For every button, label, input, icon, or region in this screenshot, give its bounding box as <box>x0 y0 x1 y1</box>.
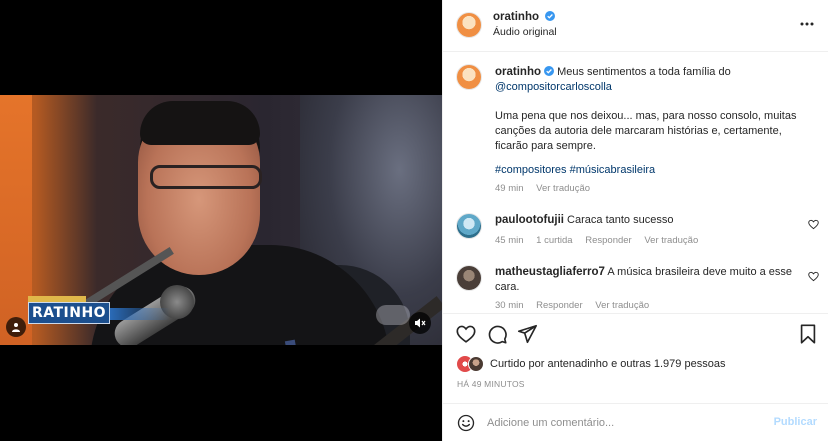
singer-glasses <box>150 165 262 189</box>
verified-badge-icon <box>544 66 554 76</box>
comment-input[interactable] <box>487 414 757 432</box>
like-heart-icon[interactable] <box>455 323 477 345</box>
post-details-panel: oratinho Áudio original oratinho Meus se… <box>442 0 828 441</box>
reply-button[interactable]: Responder <box>585 235 631 246</box>
more-options-icon[interactable] <box>799 16 815 32</box>
post-media: RATINHO <box>0 0 442 441</box>
show-logo: RATINHO <box>28 302 110 324</box>
reply-button[interactable]: Responder <box>536 300 582 311</box>
comment-username[interactable]: paulootofujii <box>495 214 564 226</box>
translate-link[interactable]: Ver tradução <box>595 300 649 311</box>
caption-meta: 49 min Ver tradução <box>495 183 600 194</box>
singer-hair-top <box>140 101 260 145</box>
user-icon <box>12 323 20 332</box>
show-logo-stripe <box>110 308 170 320</box>
save-bookmark-icon[interactable] <box>797 323 819 345</box>
caption-intro: Meus sentimentos a toda família do <box>557 66 731 78</box>
caption-username[interactable]: oratinho <box>495 66 541 78</box>
emoji-icon[interactable] <box>457 414 475 432</box>
speaker-muted-icon <box>415 318 426 328</box>
comment-avatar[interactable] <box>456 213 482 239</box>
video-player[interactable]: RATINHO <box>0 95 442 345</box>
broadcaster-watermark <box>376 305 410 325</box>
mute-button[interactable] <box>409 312 431 334</box>
comment-item: paulootofujii Caraca tanto sucesso <box>495 213 795 228</box>
caption-avatar[interactable] <box>456 64 482 90</box>
author-username[interactable]: oratinho <box>493 11 539 23</box>
comment-likes[interactable]: 1 curtida <box>536 235 572 246</box>
post-header: oratinho Áudio original <box>443 0 828 52</box>
comment-time: 30 min <box>495 300 524 311</box>
likes-summary: Curtido por antenadinho e outras 1.979 p… <box>457 355 725 373</box>
comment-item: matheustagliaferro7 A música brasileira … <box>495 265 795 295</box>
like-comment-icon[interactable] <box>808 271 819 282</box>
caption-first-line: oratinho Meus sentimentos a toda família… <box>495 65 815 95</box>
comment-time: 45 min <box>495 235 524 246</box>
post-actions <box>443 313 828 353</box>
author-avatar[interactable] <box>456 12 482 38</box>
comment-avatar[interactable] <box>456 265 482 291</box>
user-tag-button[interactable] <box>6 317 26 337</box>
verified-badge-icon <box>545 11 556 21</box>
comment-bubble-icon[interactable] <box>486 323 508 345</box>
comment-username[interactable]: matheustagliaferro7 <box>495 266 605 278</box>
caption-paragraph: Uma pena que nos deixou... mas, para nos… <box>495 110 797 152</box>
comment-meta: 30 min Responder Ver tradução <box>495 300 659 311</box>
hashtags[interactable]: #compositores #músicabrasileira <box>495 163 815 178</box>
add-comment-bar: Publicar <box>443 403 828 441</box>
author-line: oratinho <box>493 11 556 23</box>
caption-translate-link[interactable]: Ver tradução <box>536 183 590 194</box>
comment-meta: 45 min 1 curtida Responder Ver tradução <box>495 235 708 246</box>
likes-text[interactable]: Curtido por antenadinho e outras 1.979 p… <box>490 358 725 370</box>
like-comment-icon[interactable] <box>808 219 819 230</box>
publish-button[interactable]: Publicar <box>774 416 817 428</box>
translate-link[interactable]: Ver tradução <box>644 235 698 246</box>
caption-time: 49 min <box>495 183 524 194</box>
comments-list[interactable]: oratinho Meus sentimentos a toda família… <box>443 52 828 312</box>
audio-label[interactable]: Áudio original <box>493 26 557 38</box>
comment-text: Caraca tanto sucesso <box>567 214 674 226</box>
liker-avatar[interactable] <box>468 356 484 372</box>
share-send-icon[interactable] <box>516 323 538 345</box>
mention-link[interactable]: @compositorcarloscolla <box>495 81 612 93</box>
post-time: HÁ 49 MINUTOS <box>457 379 525 389</box>
